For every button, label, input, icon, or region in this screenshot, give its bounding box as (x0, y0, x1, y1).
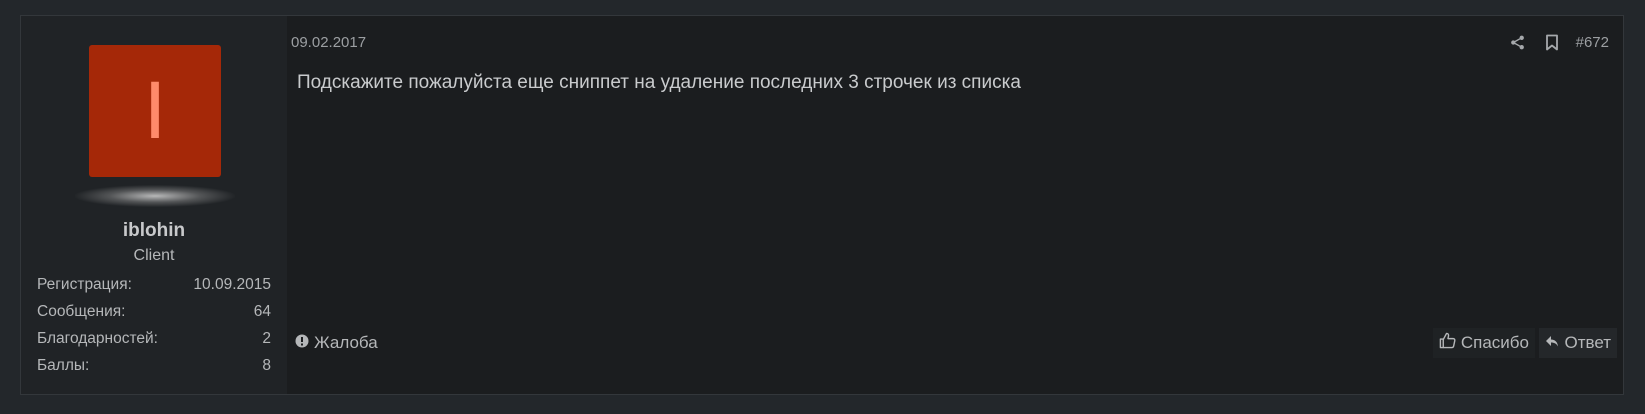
user-stats: Регистрация: 10.09.2015 Сообщения: 64 Бл… (37, 275, 271, 383)
stat-value: 8 (262, 357, 271, 374)
stat-thanks: Благодарностей: 2 (37, 329, 271, 356)
stat-registration: Регистрация: 10.09.2015 (37, 275, 271, 302)
post-date[interactable]: 09.02.2017 (291, 34, 366, 51)
stat-label: Благодарностей: (37, 330, 158, 347)
stat-messages: Сообщения: 64 (37, 302, 271, 329)
reply-label: Ответ (1564, 333, 1611, 352)
stat-value: 10.09.2015 (193, 276, 271, 293)
reply-button[interactable]: Ответ (1539, 328, 1617, 358)
avatar-wrap: I (75, 45, 235, 207)
like-button[interactable]: Спасибо (1432, 328, 1535, 358)
stat-label: Регистрация: (37, 276, 132, 293)
user-sidebar: I iblohin Client Регистрация: 10.09.2015… (21, 16, 287, 394)
username[interactable]: iblohin (21, 220, 287, 242)
post-text: Подскажите пожалуйста еще сниппет на уда… (297, 72, 1021, 93)
post-main: 09.02.2017 #672 Подскажите пожалуйста ещ… (287, 16, 1623, 394)
like-label: Спасибо (1460, 333, 1529, 352)
user-title: Client (133, 247, 175, 264)
avatar[interactable]: I (89, 45, 221, 177)
post-actions-top: #672 (1508, 32, 1609, 52)
stat-label: Баллы: (37, 357, 90, 374)
stat-label: Сообщения: (37, 303, 126, 320)
exclamation-circle-icon (295, 333, 309, 353)
post-container: I iblohin Client Регистрация: 10.09.2015… (20, 15, 1624, 395)
reply-arrow-icon (1545, 333, 1559, 353)
avatar-shadow (75, 185, 235, 207)
thumbs-up-icon (1439, 332, 1456, 354)
report-button[interactable]: Жалоба (289, 328, 384, 358)
stat-points: Баллы: 8 (37, 356, 271, 383)
stat-value: 64 (253, 303, 271, 320)
report-label: Жалоба (314, 333, 378, 352)
post-number[interactable]: #672 (1576, 34, 1609, 51)
avatar-letter: I (143, 65, 167, 156)
share-icon[interactable] (1508, 32, 1528, 52)
bookmark-icon[interactable] (1542, 32, 1562, 52)
stat-value: 2 (262, 330, 271, 347)
